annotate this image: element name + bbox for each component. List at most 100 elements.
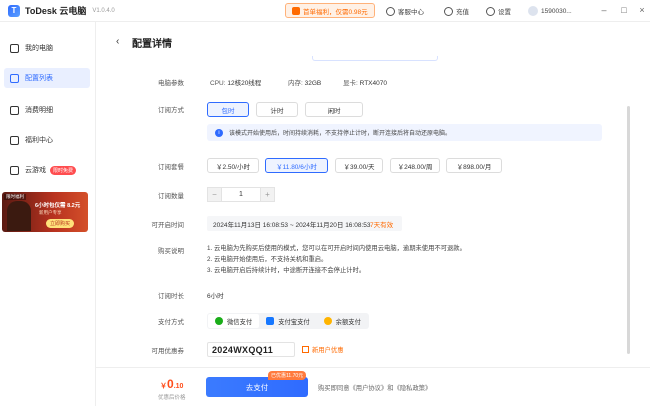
promo-text: 首单福利，仅需0.98元 xyxy=(303,8,368,16)
sidebar-item-billing[interactable]: 消费明细 xyxy=(4,100,90,120)
sidebar-item-label: 配置列表 xyxy=(25,75,53,82)
open-time-text: 2024年11月13日 16:08:53 ~ 2024年11月20日 16:08… xyxy=(213,221,371,229)
mode-info-text: 该模式开始使用后，时间持续消耗，不支持停止计时，断开连接后将自动还原电脑。 xyxy=(229,131,452,137)
gpu-label: 显卡: xyxy=(343,80,358,87)
mode-option-hourly-pack[interactable]: 包时 xyxy=(207,102,249,117)
promo-banner[interactable]: 首单福利，仅需0.98元 xyxy=(285,3,375,18)
minimize-icon[interactable]: – xyxy=(598,4,610,16)
coupon-select[interactable]: 2024WXQQ11 xyxy=(207,342,295,357)
label-specs: 电脑参数 xyxy=(158,80,184,87)
quantity-stepper: − 1 + xyxy=(207,187,275,202)
note-line: 1. 云电脑为先购买后使用的模式，您可以在可开启时间内使用云电脑，逾期未使用不可… xyxy=(207,245,466,252)
note-line: 2. 云电脑开始使用后，不支持关机和重启。 xyxy=(207,256,328,263)
close-icon[interactable]: × xyxy=(636,4,648,16)
package-option-hour[interactable]: ￥2.50/小时 xyxy=(207,158,259,173)
coupon-tag: 新用户优惠 xyxy=(302,345,343,354)
spec-memory: 内存: 32GB xyxy=(288,77,321,87)
free-badge: 限时免费 xyxy=(50,165,77,175)
price-subtitle: 优惠后价格 xyxy=(158,395,186,401)
increment-button[interactable]: + xyxy=(260,187,275,202)
mode-option-idle[interactable]: 闲时 xyxy=(305,102,363,117)
mode-option-timed[interactable]: 计时 xyxy=(256,102,298,117)
support-center-button[interactable]: 客服中心 xyxy=(386,4,424,18)
settings-button[interactable]: 设置 xyxy=(486,4,511,18)
alipay-icon xyxy=(266,317,275,325)
decrement-button[interactable]: − xyxy=(207,187,222,202)
scrollbar[interactable] xyxy=(627,106,630,354)
label-notes: 购买说明 xyxy=(158,248,184,255)
gamepad-icon xyxy=(10,165,19,175)
ad-tag: 限时福利 xyxy=(4,194,26,200)
recharge-button[interactable]: 充值 xyxy=(444,4,469,18)
ad-banner[interactable]: 限时福利 6小时包仅需 8.2元 新用户专享 立即购买 xyxy=(2,192,88,232)
ad-title: 6小时包仅需 8.2元 xyxy=(35,203,81,209)
title-bar: T ToDesk 云电脑 V1.0.4.0 首单福利，仅需0.98元 客服中心 … xyxy=(0,0,650,22)
pay-label: 余额支付 xyxy=(335,318,361,326)
gift-icon xyxy=(292,6,300,15)
app-version: V1.0.4.0 xyxy=(92,7,115,14)
pay-label: 微信支付 xyxy=(227,318,253,326)
discount-badge: 已优惠11.70元 xyxy=(268,371,307,380)
app-name: ToDesk 云电脑 xyxy=(25,6,87,16)
mem-value: 32GB xyxy=(304,80,322,87)
sidebar-item-label: 福利中心 xyxy=(25,137,53,144)
package-option-month[interactable]: ￥898.00/月 xyxy=(446,158,502,173)
label-sub-mode: 订阅方式 xyxy=(158,107,184,114)
user-menu[interactable]: 1590030... xyxy=(528,4,572,18)
user-name: 1590030... xyxy=(541,7,572,15)
sidebar-item-cloud-game[interactable]: 云游戏 限时免费 xyxy=(4,160,90,180)
pay-label: 支付宝支付 xyxy=(278,318,310,326)
quantity-value[interactable]: 1 xyxy=(222,187,260,202)
price-integer: 0 xyxy=(167,377,174,391)
agreement-text[interactable]: 购买即同意《用户协议》和《隐私政策》 xyxy=(318,383,431,392)
balance-coin-icon xyxy=(323,317,332,325)
todesk-logo-icon: T xyxy=(8,4,20,17)
maximize-icon[interactable]: □ xyxy=(618,4,630,16)
spec-gpu: 显卡: RTX4070 xyxy=(343,77,387,87)
pay-option-wechat[interactable]: 微信支付 xyxy=(208,314,260,328)
recharge-label: 充值 xyxy=(456,9,469,16)
sidebar-item-my-computer[interactable]: 我的电脑 xyxy=(4,38,90,58)
wallet-icon xyxy=(444,6,453,16)
package-option-day[interactable]: ￥39.00/天 xyxy=(335,158,383,173)
coupon-tag-text: 新用户优惠 xyxy=(312,347,344,354)
cpu-value: 12核20线程 xyxy=(227,80,262,87)
price-decimal: .10 xyxy=(173,383,184,390)
label-package: 订阅套餐 xyxy=(158,164,184,171)
label-coupon: 可用优惠券 xyxy=(151,348,185,355)
package-option-week[interactable]: ￥248.00/周 xyxy=(390,158,440,173)
label-quantity: 订阅数量 xyxy=(158,193,184,200)
page-title: 配置详情 xyxy=(132,39,172,50)
checkout-bar: ￥0.10 优惠后价格 去支付 已优惠11.70元 购买即同意《用户协议》和《隐… xyxy=(96,367,650,406)
note-line: 3. 云电脑开启后持续计时，中途断开连接不会停止计时。 xyxy=(207,267,366,274)
label-open-time: 可开启时间 xyxy=(151,222,185,229)
sidebar-item-label: 云游戏 xyxy=(25,167,46,174)
cpu-label: CPU: xyxy=(210,80,226,87)
spec-cpu: CPU: 12核20线程 xyxy=(210,77,261,87)
pay-option-balance[interactable]: 余额支付 xyxy=(317,314,368,328)
sidebar-item-config-list[interactable]: 配置列表 xyxy=(4,68,90,88)
pay-option-alipay[interactable]: 支付宝支付 xyxy=(259,314,316,328)
gift-icon xyxy=(10,135,19,145)
label-duration: 订阅时长 xyxy=(158,293,184,300)
config-card-edge xyxy=(312,56,438,61)
label-payment: 支付方式 xyxy=(158,319,184,326)
gpu-value: RTX4070 xyxy=(359,80,387,87)
mode-info-box: i 该模式开始使用后，时间持续消耗，不支持停止计时，断开连接后将自动还原电脑。 xyxy=(207,124,602,141)
pay-button[interactable]: 去支付 xyxy=(206,377,308,397)
final-price: ￥0.10 xyxy=(160,377,183,391)
payment-method-group: 微信支付 支付宝支付 余额支付 xyxy=(207,313,369,329)
ad-buy-button[interactable]: 立即购买 xyxy=(46,219,75,228)
headset-icon xyxy=(386,6,395,16)
receipt-icon xyxy=(10,105,19,115)
wechat-pay-icon xyxy=(215,317,223,325)
coupon-code-text: 2024WXQQ11 xyxy=(212,344,274,355)
mem-label: 内存: xyxy=(288,80,303,87)
back-arrow-icon[interactable]: ‹ xyxy=(116,36,119,47)
package-option-6hours[interactable]: ￥11.80/6小时 xyxy=(265,158,328,173)
game-character-image xyxy=(7,201,31,231)
sidebar-item-welfare[interactable]: 福利中心 xyxy=(4,130,90,150)
ad-subtitle: 新用户专享 xyxy=(39,210,62,215)
coupon-icon xyxy=(302,346,309,353)
duration-value: 6小时 xyxy=(207,293,224,300)
